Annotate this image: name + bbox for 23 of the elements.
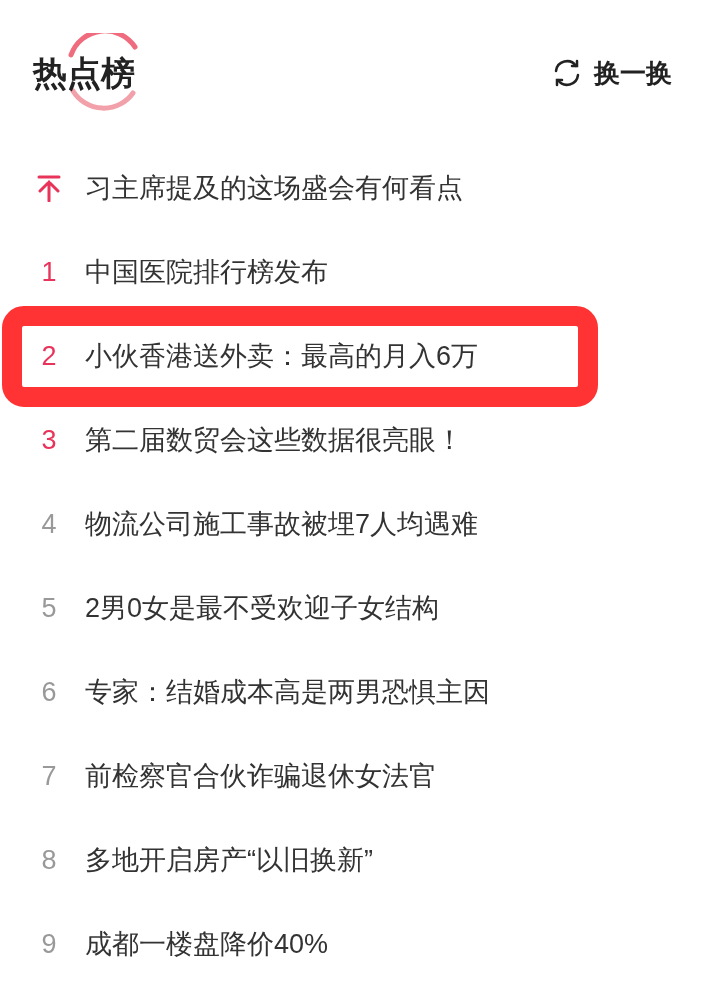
rank-number: 2 bbox=[41, 339, 57, 373]
rank-number: 4 bbox=[41, 507, 57, 541]
rank-number: 9 bbox=[41, 927, 57, 961]
headline-link[interactable]: 习主席提及的这场盛会有何看点 bbox=[85, 167, 463, 209]
refresh-icon bbox=[552, 58, 582, 88]
headline-link[interactable]: 2男0女是最不受欢迎子女结构 bbox=[85, 587, 440, 629]
headline-link[interactable]: 物流公司施工事故被埋7人均遇难 bbox=[85, 503, 479, 545]
rank-number: 6 bbox=[41, 675, 57, 709]
headline-link[interactable]: 前检察官合伙诈骗退休女法官 bbox=[85, 755, 436, 797]
headline-link[interactable]: 成都一楼盘降价40% bbox=[85, 923, 329, 965]
headline-link[interactable]: 专家：结婚成本高是两男恐惧主因 bbox=[85, 671, 490, 713]
rank-number: 8 bbox=[41, 843, 57, 877]
rank-number: 1 bbox=[41, 255, 57, 289]
refresh-button[interactable]: 换一换 bbox=[552, 53, 672, 93]
section-title: 热点榜 bbox=[33, 56, 135, 90]
rank-number: 7 bbox=[41, 759, 57, 793]
headline-link[interactable]: 多地开启房产“以旧换新” bbox=[85, 839, 373, 881]
headline-link[interactable]: 小伙香港送外卖：最高的月入6万 bbox=[85, 335, 479, 377]
rank-number: 3 bbox=[41, 423, 57, 457]
pin-top-icon bbox=[37, 174, 61, 202]
rank-number: 5 bbox=[41, 591, 57, 625]
headline-link[interactable]: 中国医院排行榜发布 bbox=[85, 251, 328, 293]
headline-link[interactable]: 第二届数贸会这些数据很亮眼！ bbox=[85, 419, 463, 461]
